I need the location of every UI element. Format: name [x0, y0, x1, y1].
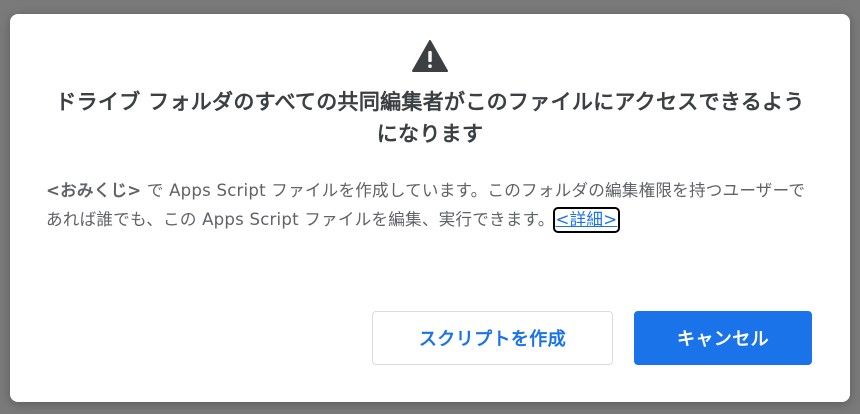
dialog-body-text: で Apps Script ファイルを作成しています。このフォルダの編集権限を持… [46, 181, 806, 229]
details-link[interactable]: <詳細> [552, 207, 621, 233]
warning-icon [412, 40, 448, 72]
project-name: <おみくじ> [46, 181, 142, 200]
cancel-button[interactable]: キャンセル [634, 311, 812, 365]
dialog-body: <おみくじ> で Apps Script ファイルを作成しています。このフォルダ… [46, 176, 814, 234]
create-script-button[interactable]: スクリプトを作成 [372, 311, 613, 365]
dialog-title: ドライブ フォルダのすべての共同編集者がこのファイルにアクセスできるようになりま… [55, 90, 805, 146]
access-warning-dialog: ドライブ フォルダのすべての共同編集者がこのファイルにアクセスできるようになりま… [10, 14, 850, 402]
